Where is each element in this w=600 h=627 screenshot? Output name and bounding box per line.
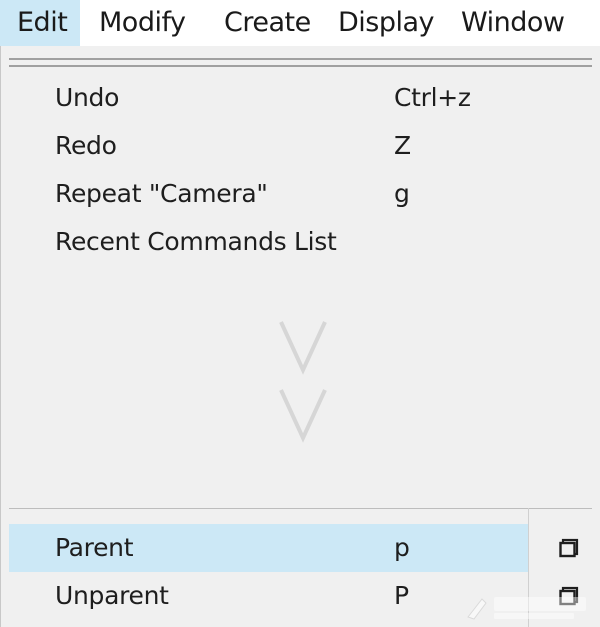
- menu-separator: [9, 508, 592, 509]
- menu-window[interactable]: Window: [461, 0, 565, 46]
- menu-item-shortcut: P: [394, 581, 409, 610]
- menu-display[interactable]: Display: [338, 0, 435, 46]
- edit-menu-dropdown: Undo Ctrl+z Redo Z Repeat "Camera" g Rec…: [0, 46, 600, 627]
- menu-bar: Edit Modify Create Display Window: [0, 0, 600, 46]
- menu-item-repeat-camera[interactable]: Repeat "Camera" g: [1, 170, 600, 218]
- menu-create[interactable]: Create: [224, 0, 311, 46]
- menu-edit[interactable]: Edit: [0, 0, 80, 46]
- tear-off-bar[interactable]: [9, 58, 592, 67]
- option-box-icon[interactable]: [559, 538, 579, 558]
- menu-item-parent[interactable]: Parent p: [1, 524, 600, 572]
- chevron-down-double-icon[interactable]: [273, 316, 333, 446]
- menu-item-shortcut: p: [394, 533, 410, 562]
- menu-item-label: Repeat "Camera": [55, 179, 268, 208]
- menu-item-shortcut: Ctrl+z: [394, 83, 471, 112]
- menu-item-shortcut: g: [394, 179, 410, 208]
- menu-item-recent-commands-list[interactable]: Recent Commands List: [1, 218, 600, 266]
- menu-item-label: Recent Commands List: [55, 227, 337, 256]
- menu-modify[interactable]: Modify: [99, 0, 186, 46]
- watermark-logo: [467, 597, 586, 620]
- menu-item-shortcut: Z: [394, 131, 411, 160]
- menu-item-undo[interactable]: Undo Ctrl+z: [1, 74, 600, 122]
- menu-item-label: Parent: [55, 533, 134, 562]
- menu-item-redo[interactable]: Redo Z: [1, 122, 600, 170]
- menu-item-label: Redo: [55, 131, 117, 160]
- menu-item-label: Undo: [55, 83, 120, 112]
- menu-item-label: Unparent: [55, 581, 169, 610]
